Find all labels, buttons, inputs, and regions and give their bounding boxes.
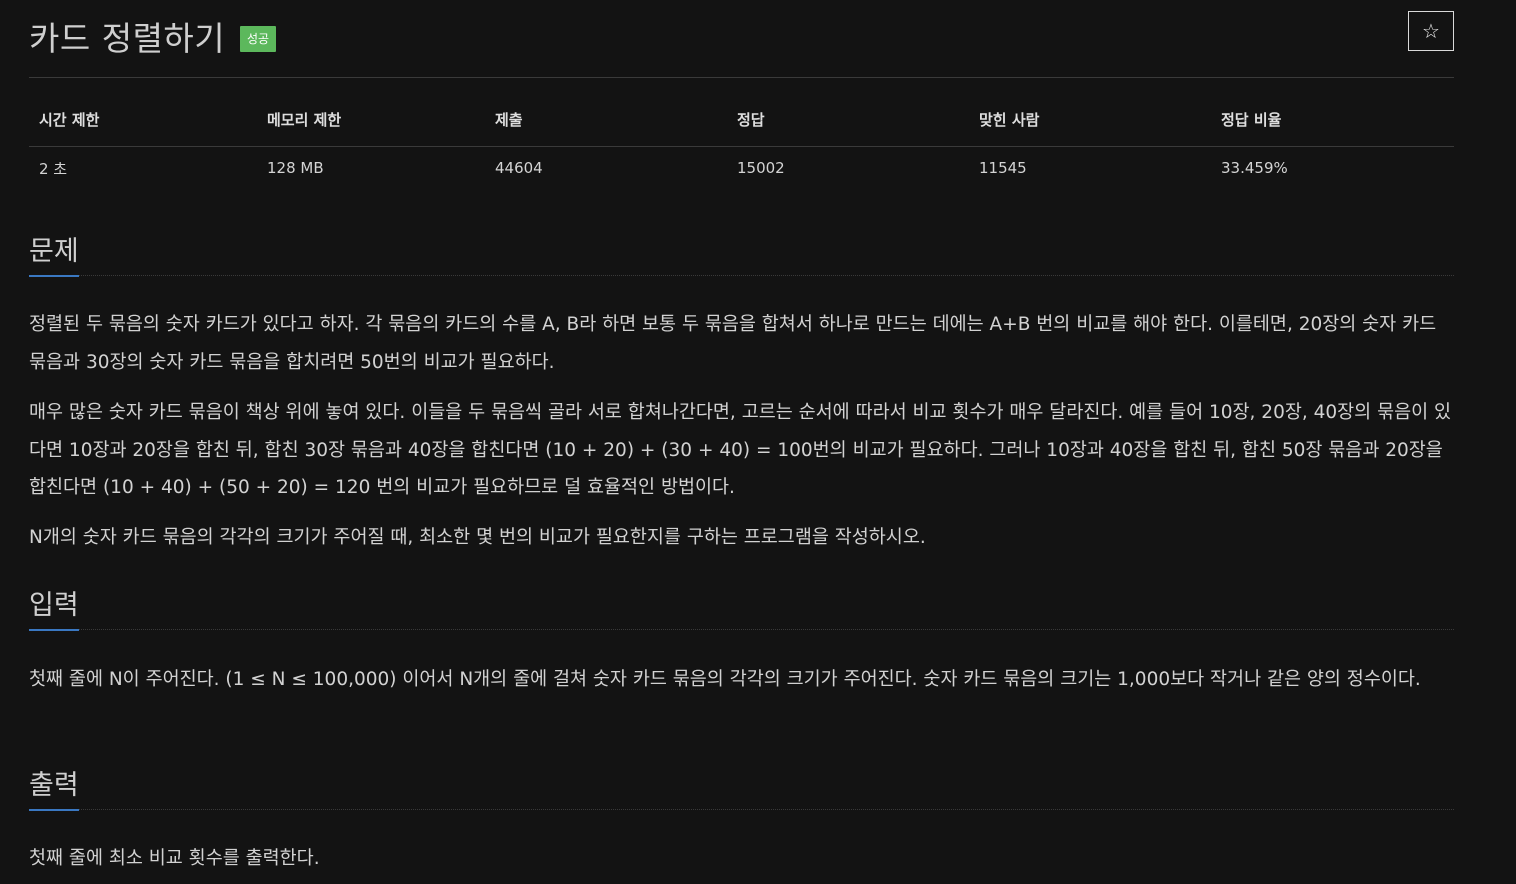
problem-heading-line	[29, 275, 1454, 276]
title-row: 카드 정렬하기 성공 ☆	[29, 8, 1454, 58]
submissions-value: 44604	[495, 159, 543, 177]
accept-ratio-value: 33.459%	[1221, 159, 1288, 177]
memory-limit-value: 128 MB	[267, 159, 324, 177]
solvers-value: 11545	[979, 159, 1027, 177]
header-memory-limit: 메모리 제한	[257, 104, 485, 147]
table-header-row: 시간 제한 메모리 제한 제출 정답 맞힌 사람 정답 비율	[29, 104, 1454, 147]
output-heading-accent	[29, 809, 79, 811]
input-heading-accent	[29, 629, 79, 631]
star-icon: ☆	[1422, 19, 1440, 43]
output-heading-line	[29, 809, 1454, 810]
problem-paragraph-1: 정렬된 두 묶음의 숫자 카드가 있다고 하자. 각 묶음의 카드의 수를 A,…	[29, 314, 1437, 373]
input-heading-line	[29, 629, 1454, 630]
problem-heading: 문제	[29, 236, 79, 267]
problem-page: 카드 정렬하기 성공 ☆ 시간 제한 메모리 제한 제출 정답 맞힌 사람 정답…	[0, 0, 1516, 884]
header-solvers: 맞힌 사람	[969, 104, 1211, 147]
problem-heading-accent	[29, 275, 79, 277]
problem-paragraph-3: N개의 숫자 카드 묶음의 각각의 크기가 주어질 때, 최소한 몇 번의 비교…	[29, 527, 926, 548]
header-accepted: 정답	[727, 104, 969, 147]
header-submissions: 제출	[485, 104, 727, 147]
table-row: 2 초 128 MB 44604 15002 11545 33.459%	[29, 147, 1454, 190]
output-heading: 출력	[29, 770, 79, 801]
problem-info-table: 시간 제한 메모리 제한 제출 정답 맞힌 사람 정답 비율 2 초 128 M…	[29, 104, 1454, 189]
accepted-value: 15002	[737, 159, 785, 177]
title-divider	[29, 77, 1454, 78]
problem-paragraph-2: 매우 많은 숫자 카드 묶음이 책상 위에 놓여 있다. 이들을 두 묶음씩 골…	[29, 402, 1452, 498]
status-badge: 성공	[240, 26, 277, 52]
time-limit-value: 2 초	[39, 159, 68, 178]
page-title: 카드 정렬하기	[29, 19, 226, 58]
header-time-limit: 시간 제한	[29, 104, 257, 147]
input-description: 첫째 줄에 N이 주어진다. (1 ≤ N ≤ 100,000) 이어서 N개의…	[29, 669, 1421, 690]
favorite-button[interactable]: ☆	[1408, 11, 1454, 51]
output-description: 첫째 줄에 최소 비교 횟수를 출력한다.	[29, 848, 320, 869]
header-accept-ratio: 정답 비율	[1211, 104, 1454, 147]
input-heading: 입력	[29, 590, 79, 621]
